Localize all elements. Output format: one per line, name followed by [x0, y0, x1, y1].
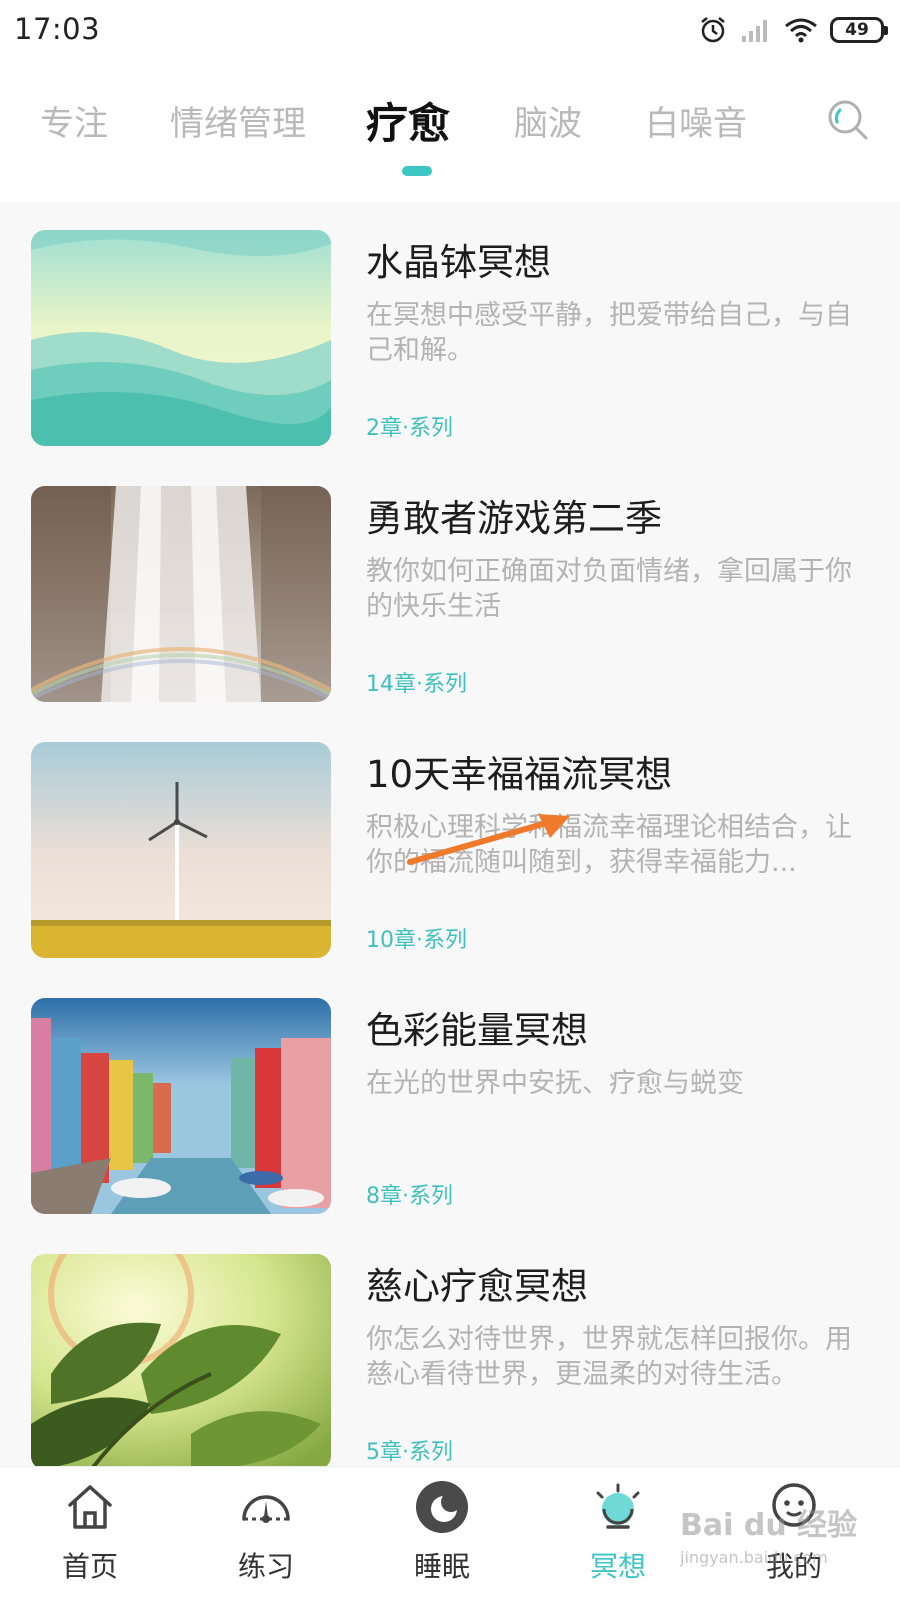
course-description: 在冥想中感受平静，把爱带给自己，与自己和解。: [366, 300, 852, 366]
tab-white-noise[interactable]: 白噪音: [645, 96, 747, 145]
course-title[interactable]: 10天幸福福流冥想: [366, 744, 672, 798]
list-item[interactable]: 勇敢者游戏第二季 教你如何正确面对负面情绪，拿回属于你的快乐生活 14章·系列: [0, 458, 900, 702]
nav-practice[interactable]: 练习: [176, 1467, 356, 1600]
meditation-icon: [596, 1483, 640, 1529]
course-title[interactable]: 水晶钵冥想: [366, 232, 551, 286]
course-description: 教你如何正确面对负面情绪，拿回属于你的快乐生活: [366, 556, 852, 622]
course-title[interactable]: 色彩能量冥想: [366, 1000, 588, 1054]
tab-emotion-management[interactable]: 情绪管理: [170, 96, 306, 145]
course-description: 你怎么对待世界，世界就怎样回报你。用慈心看待世界，更温柔的对待生活。: [366, 1324, 852, 1390]
category-tab-bar: 专注 情绪管理 疗愈 脑波 白噪音: [0, 62, 900, 202]
gauge-icon: [242, 1495, 290, 1523]
wifi-icon: [785, 18, 817, 43]
moon-icon: [416, 1481, 468, 1533]
course-title[interactable]: 慈心疗愈冥想: [366, 1256, 588, 1310]
course-chapters: 5章·系列: [366, 1440, 453, 1465]
tab-healing[interactable]: 疗愈: [366, 90, 450, 151]
nav-label: 首页: [61, 1550, 118, 1583]
list-item[interactable]: 色彩能量冥想 在光的世界中安抚、疗愈与蜕变 8章·系列: [0, 970, 900, 1214]
course-chapters: 2章·系列: [366, 416, 453, 441]
watermark-brand: Bai du 经验: [680, 1508, 858, 1543]
nav-label: 练习: [237, 1550, 294, 1583]
watermark-url: jingyan.baidu.com: [680, 1548, 828, 1567]
course-description: 积极心理科学和福流幸福理论相结合，让你的福流随叫随到，获得幸福能力...: [366, 812, 852, 878]
search-icon[interactable]: [826, 98, 870, 142]
thumbnail-canal-town: [31, 998, 331, 1214]
course-description: 在光的世界中安抚、疗愈与蜕变: [366, 1068, 744, 1099]
thumbnail-sunlit-leaves: [31, 1254, 331, 1466]
thumbnail-teal-waves: [31, 230, 331, 446]
tab-brainwave[interactable]: 脑波: [514, 96, 582, 145]
status-time: 17:03: [14, 12, 101, 46]
course-chapters: 8章·系列: [366, 1184, 453, 1209]
battery-icon: 49: [830, 17, 888, 43]
status-bar: 17:03 49: [0, 0, 900, 62]
list-item[interactable]: 10天幸福福流冥想 积极心理科学和福流幸福理论相结合，让你的福流随叫随到，获得幸…: [0, 714, 900, 958]
nav-sleep[interactable]: 睡眠: [352, 1467, 532, 1600]
active-tab-indicator: [402, 166, 432, 176]
home-icon: [68, 1485, 112, 1529]
course-chapters: 10章·系列: [366, 928, 467, 953]
course-chapters: 14章·系列: [366, 672, 467, 697]
tab-focus[interactable]: 专注: [40, 96, 108, 145]
baidu-watermark: Bai du 经验 jingyan.baidu.com: [680, 1500, 880, 1590]
nav-home[interactable]: 首页: [0, 1467, 180, 1600]
course-title[interactable]: 勇敢者游戏第二季: [366, 488, 662, 542]
nav-label: 睡眠: [413, 1550, 470, 1583]
signal-icon: [742, 20, 767, 42]
alarm-icon: [701, 17, 725, 43]
status-icons: 49: [698, 12, 888, 48]
list-item[interactable]: 慈心疗愈冥想 你怎么对待世界，世界就怎样回报你。用慈心看待世界，更温柔的对待生活…: [0, 1226, 900, 1466]
thumbnail-wind-turbine: [31, 742, 331, 958]
list-item[interactable]: 水晶钵冥想 在冥想中感受平静，把爱带给自己，与自己和解。 2章·系列: [0, 202, 900, 446]
thumbnail-waterfall: [31, 486, 331, 702]
battery-level: 49: [845, 20, 869, 40]
course-list[interactable]: 水晶钵冥想 在冥想中感受平静，把爱带给自己，与自己和解。 2章·系列 勇敢者游戏…: [0, 202, 900, 1466]
